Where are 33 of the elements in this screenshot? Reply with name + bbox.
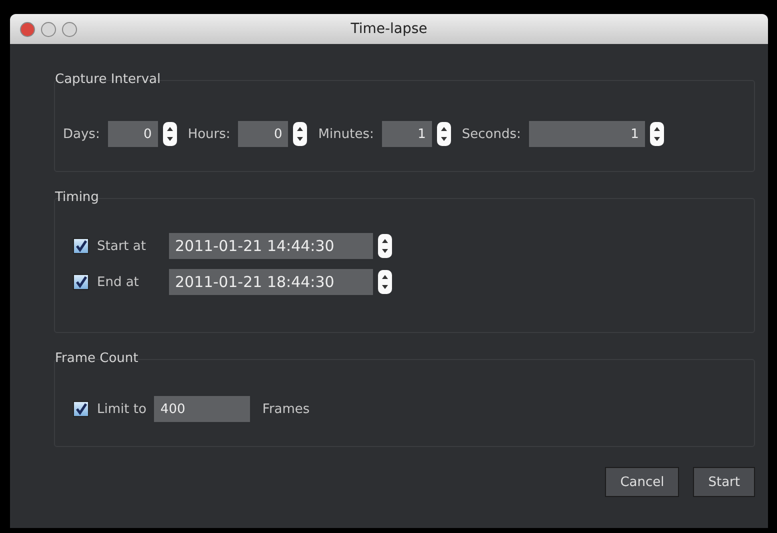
number-field[interactable]: 400: [154, 396, 250, 422]
field-label: Hours:: [188, 126, 230, 142]
cancel-button[interactable]: Cancel: [605, 467, 680, 497]
stepper-icon[interactable]: [436, 121, 452, 147]
checkbox[interactable]: [73, 238, 89, 254]
number-field[interactable]: 0: [238, 121, 288, 147]
group-title: Frame Count: [55, 351, 138, 366]
field-label: Days:: [63, 126, 100, 142]
stepper-icon[interactable]: [377, 269, 393, 295]
checkbox-label: End at: [97, 274, 140, 290]
stepper-icon[interactable]: [162, 121, 178, 147]
unit-label: Frames: [262, 402, 310, 416]
checkbox-label: Limit to: [97, 402, 146, 416]
stepper-icon[interactable]: [648, 121, 665, 147]
minimize-icon[interactable]: [41, 22, 56, 36]
date-field[interactable]: 2011-01-21 18:44:30: [169, 269, 373, 295]
group-title: Capture Interval: [55, 72, 161, 87]
number-field[interactable]: 1: [528, 121, 645, 147]
checkbox[interactable]: [73, 274, 89, 290]
number-field[interactable]: 0: [108, 121, 158, 147]
start-button[interactable]: Start: [693, 467, 755, 497]
window-title: Time-lapse: [350, 21, 428, 37]
checkbox-label: Start at: [97, 238, 147, 254]
group-title: Timing: [55, 190, 99, 205]
stepper-icon[interactable]: [377, 233, 393, 259]
close-icon[interactable]: [20, 22, 35, 36]
field-label: Minutes:: [318, 126, 374, 142]
field-label: Seconds:: [462, 126, 521, 142]
number-field[interactable]: 1: [382, 121, 432, 147]
stepper-icon[interactable]: [292, 121, 308, 147]
date-field[interactable]: 2011-01-21 14:44:30: [169, 233, 373, 259]
zoom-icon[interactable]: [62, 22, 77, 36]
checkbox[interactable]: [73, 401, 89, 417]
